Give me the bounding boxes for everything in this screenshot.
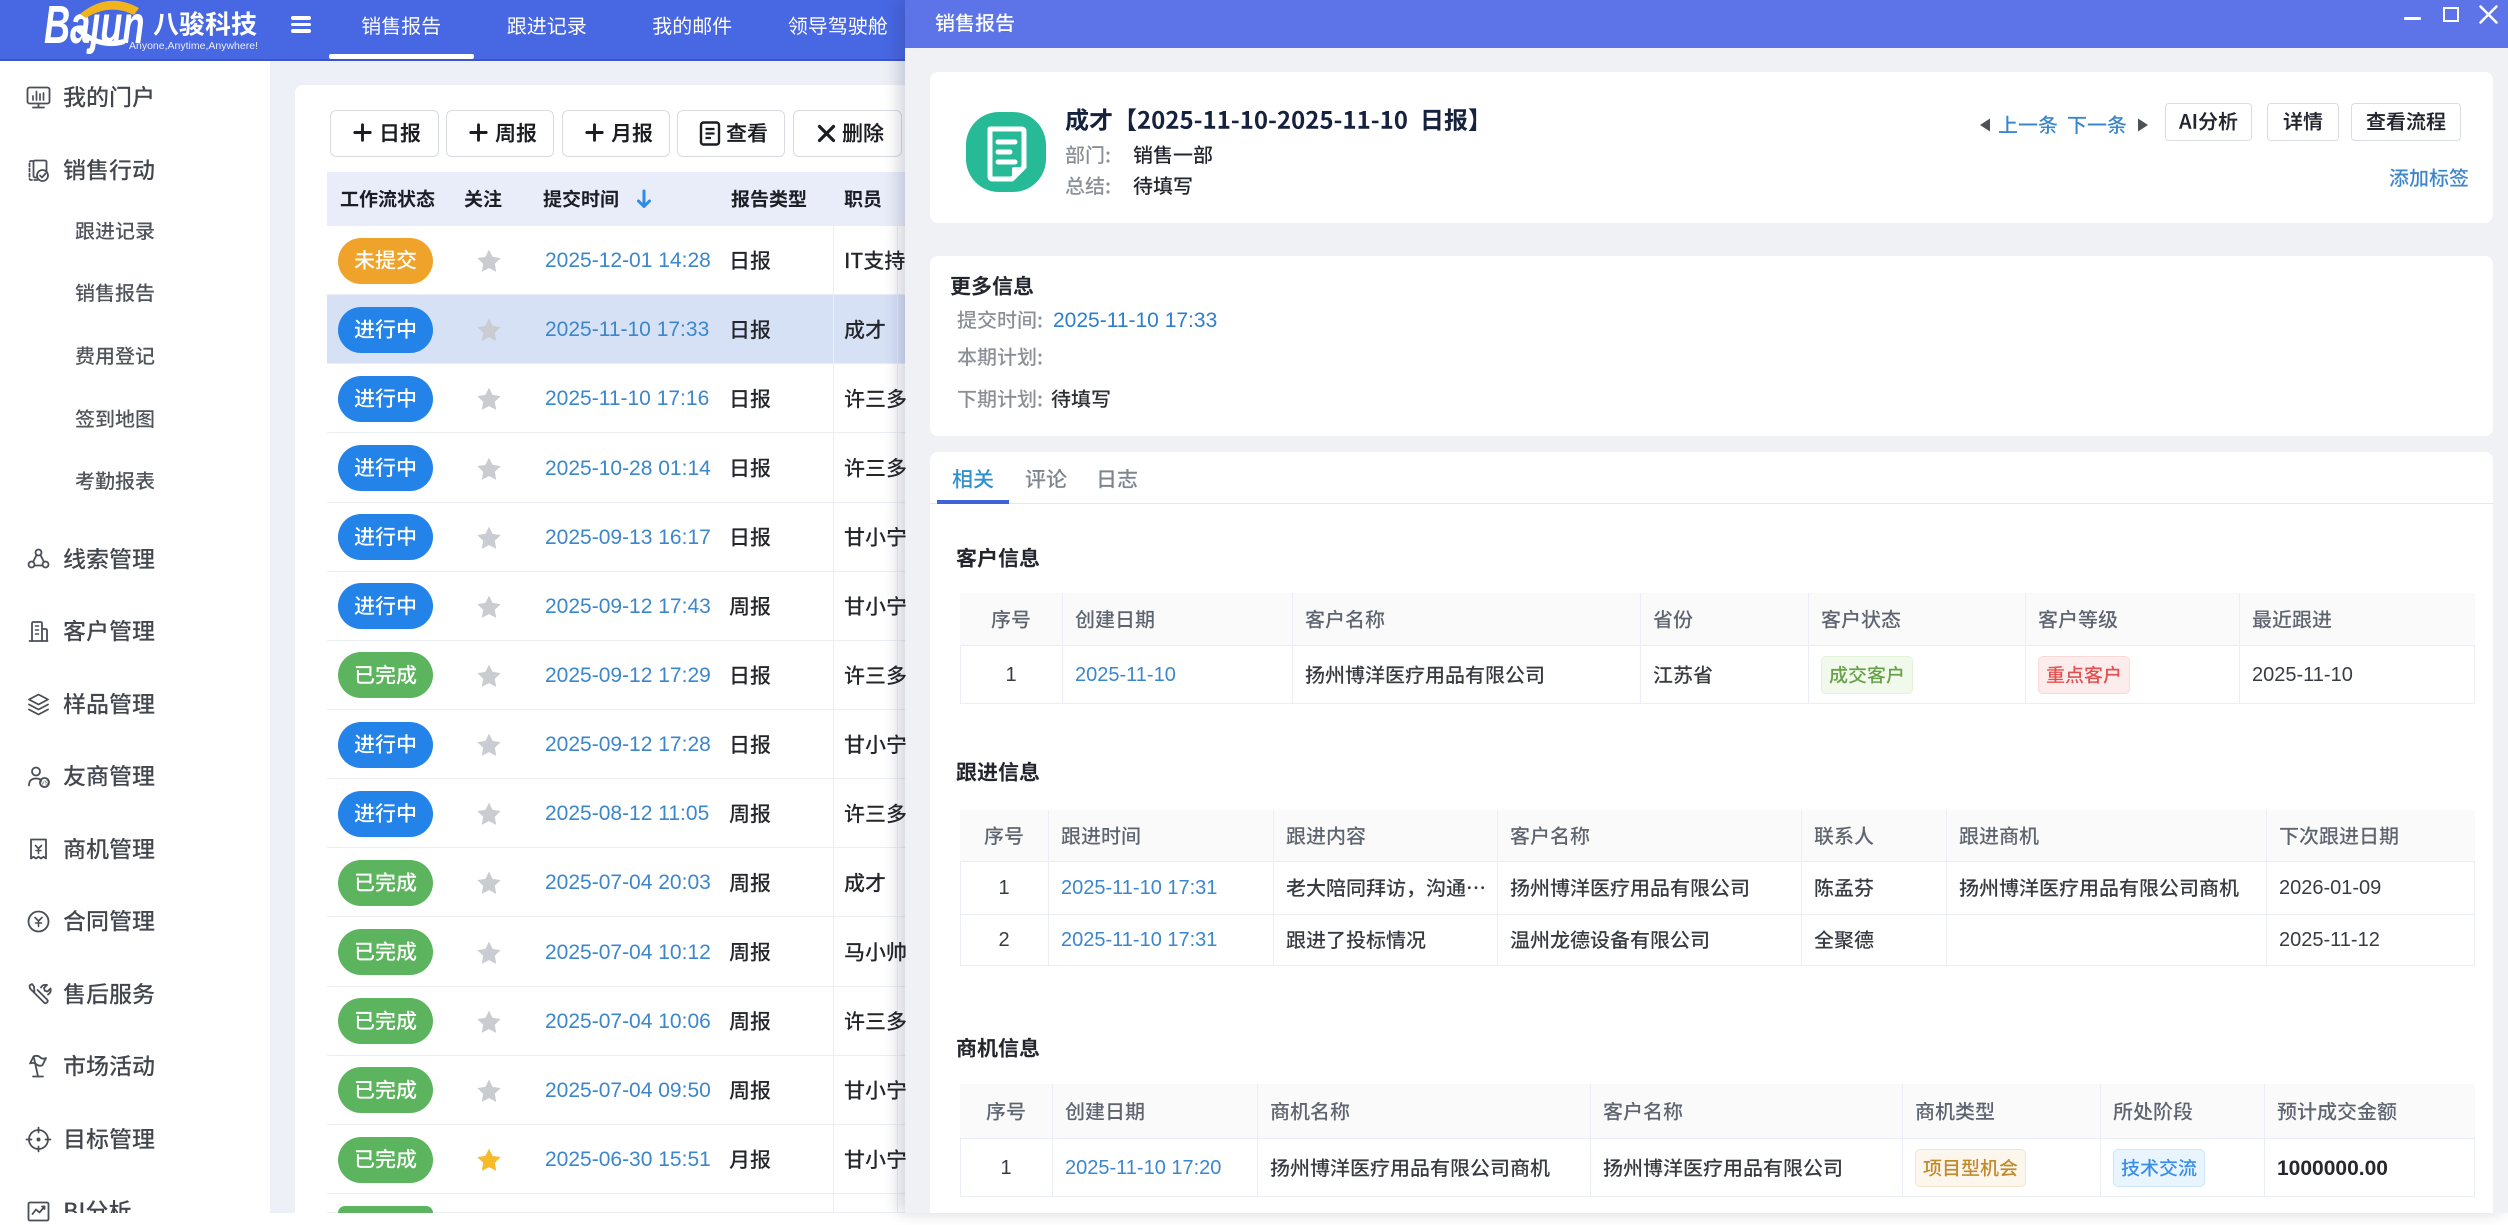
svg-text:VS: VS [41, 780, 49, 786]
